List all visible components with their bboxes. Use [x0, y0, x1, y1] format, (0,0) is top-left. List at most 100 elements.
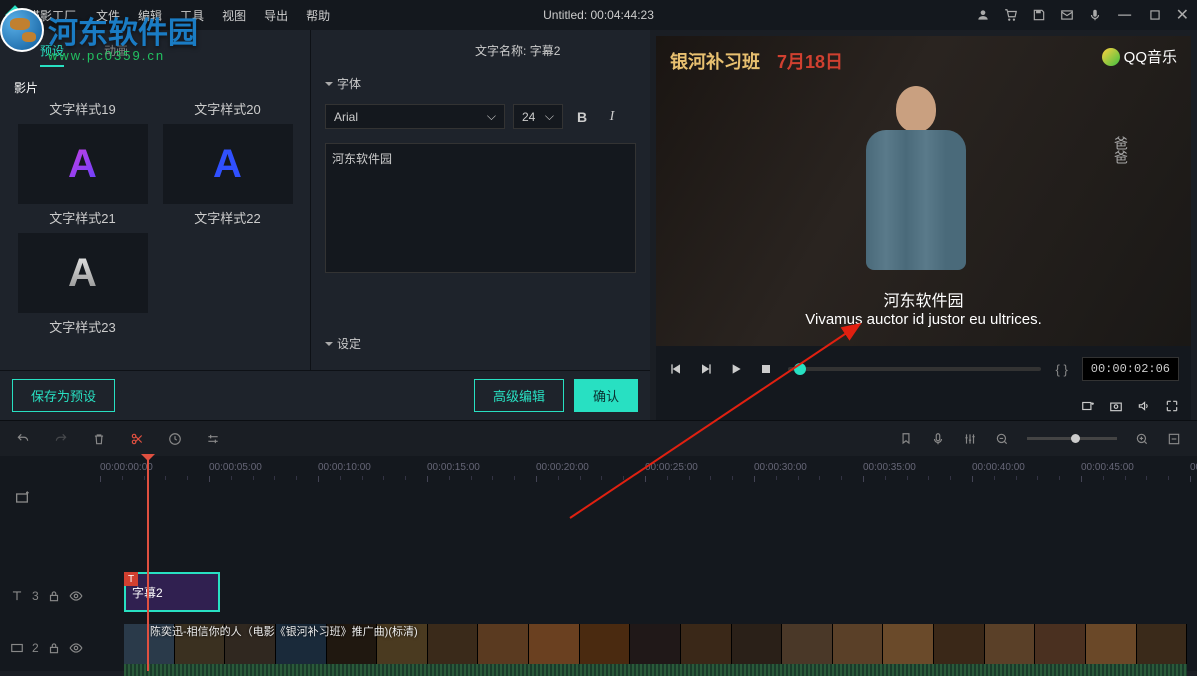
timeline-toolbar [0, 420, 1197, 456]
zoom-slider[interactable] [1027, 437, 1117, 440]
side-tab-video[interactable]: 影片 [6, 75, 46, 100]
qq-music-badge: QQ音乐 [1102, 46, 1177, 67]
text-name-value: 字幕2 [530, 42, 561, 59]
fullscreen-icon[interactable] [1165, 399, 1179, 413]
text-clip[interactable]: T 字幕2 [124, 572, 220, 612]
quality-icon[interactable] [1081, 399, 1095, 413]
ruler-tick: 00:00:35:00 [863, 462, 916, 473]
eye-icon[interactable] [69, 641, 83, 655]
section-font[interactable]: 字体 [325, 75, 636, 92]
italic-button[interactable]: I [601, 109, 623, 125]
track-3-header: 3 [10, 576, 90, 616]
style-item-23[interactable]: A 文字样式23 [10, 233, 155, 336]
delete-button[interactable] [92, 432, 106, 446]
snapshot-icon[interactable] [1109, 399, 1123, 413]
undo-button[interactable] [16, 432, 30, 446]
confirm-button[interactable]: 确认 [574, 379, 638, 412]
bold-button[interactable]: B [571, 109, 593, 125]
style-item-20[interactable]: 文字样式20 [155, 79, 300, 118]
timecode-display[interactable]: 00:00:02:06 [1082, 357, 1179, 381]
text-styles-grid: 文字样式19 文字样式20 A 文字样式21 A 文字样式22 [0, 75, 310, 346]
sub-tab-animation[interactable]: 动画 [104, 42, 128, 67]
chevron-down-icon: ⌵ [487, 109, 496, 124]
close-button[interactable]: ✕ [1176, 5, 1189, 25]
lock-icon[interactable] [47, 641, 61, 655]
zoom-fit-button[interactable] [1167, 432, 1181, 446]
eye-icon[interactable] [69, 589, 83, 603]
font-name-select[interactable]: Arial ⌵ [325, 104, 505, 129]
ruler-tick: 00:00:05:00 [209, 462, 262, 473]
app-logo-icon [5, 5, 25, 25]
text-editor-panel: 文本 影片 预设 动画 文字样式19 文字样式20 [0, 30, 650, 420]
player-controls: { } 00:00:02:06 [656, 346, 1191, 392]
qq-music-icon [1102, 48, 1120, 66]
playhead[interactable] [147, 456, 149, 671]
track-3[interactable]: T 字幕2 [100, 572, 1187, 612]
video-track-icon [10, 641, 24, 655]
ruler-tick: 00:00:25:00 [645, 462, 698, 473]
menu-edit[interactable]: 编辑 [138, 7, 162, 24]
video-clip[interactable]: 陈奕迅-相信你的人（电影《银河补习班》推广曲)(标清) [124, 624, 1187, 664]
minimize-button[interactable]: － [1116, 2, 1134, 28]
zoom-out-button[interactable] [995, 432, 1009, 446]
split-button[interactable] [130, 432, 144, 446]
ruler-tick: 00:00:15:00 [427, 462, 480, 473]
track-2[interactable]: 陈奕迅-相信你的人（电影《银河补习班》推广曲)(标清) [100, 624, 1187, 664]
document-title: Untitled: 00:04:44:23 [543, 8, 654, 22]
prev-frame-button[interactable] [668, 361, 684, 377]
menu-view[interactable]: 视图 [222, 7, 246, 24]
add-track-button[interactable] [14, 490, 30, 509]
chevron-down-icon: ⌵ [545, 109, 554, 124]
topbar: 喵影工厂 文件 编辑 工具 视图 导出 帮助 Untitled: 00:04:4… [0, 0, 1197, 30]
mail-icon[interactable] [1060, 8, 1074, 22]
next-frame-button[interactable] [698, 361, 714, 377]
subtitle-overlay: 河东软件园 Vivamus auctor id justor eu ultric… [656, 287, 1191, 328]
redo-button[interactable] [54, 432, 68, 446]
video-preview[interactable]: 银河补习班 7月18日 QQ音乐 爸爸 河东软件园 Vivamus auctor… [656, 36, 1191, 346]
playback-progress[interactable] [788, 367, 1041, 371]
mixer-button[interactable] [963, 432, 977, 446]
marker-braces[interactable]: { } [1055, 362, 1067, 377]
save-preset-button[interactable]: 保存为预设 [12, 379, 115, 412]
marker-button[interactable] [899, 432, 913, 446]
mic-icon[interactable] [1088, 8, 1102, 22]
advanced-edit-button[interactable]: 高级编辑 [474, 379, 564, 412]
volume-icon[interactable] [1137, 399, 1151, 413]
adjust-button[interactable] [206, 432, 220, 446]
time-ruler[interactable]: 00:00:00:0000:00:05:0000:00:10:0000:00:1… [100, 456, 1197, 484]
text-track-icon [10, 589, 24, 603]
style-item-21[interactable]: A 文字样式21 [10, 124, 155, 227]
maximize-button[interactable] [1148, 8, 1162, 22]
ruler-tick: 00:00:50:00 [1190, 462, 1197, 473]
ruler-tick: 00:00:10:00 [318, 462, 371, 473]
ruler-tick: 00:00:40:00 [972, 462, 1025, 473]
ruler-tick: 00:00:30:00 [754, 462, 807, 473]
menu-tools[interactable]: 工具 [180, 7, 204, 24]
play-button[interactable] [728, 361, 744, 377]
font-size-select[interactable]: 24 ⌵ [513, 104, 563, 129]
cart-icon[interactable] [1004, 8, 1018, 22]
stop-button[interactable] [758, 361, 774, 377]
text-clip-badge: T [124, 572, 138, 586]
audio-waveform [124, 664, 1187, 676]
section-settings[interactable]: 设定 [325, 335, 636, 352]
menu-help[interactable]: 帮助 [306, 7, 330, 24]
text-name-label: 文字名称: [475, 42, 526, 59]
ruler-tick: 00:00:20:00 [536, 462, 589, 473]
app-name: 喵影工厂 [28, 7, 76, 24]
menu-export[interactable]: 导出 [264, 7, 288, 24]
movie-title-overlay: 银河补习班 7月18日 [670, 48, 843, 74]
zoom-in-button[interactable] [1135, 432, 1149, 446]
style-item-22[interactable]: A 文字样式22 [155, 124, 300, 227]
record-vo-button[interactable] [931, 432, 945, 446]
ruler-tick: 00:00:45:00 [1081, 462, 1134, 473]
account-icon[interactable] [976, 8, 990, 22]
text-properties: 文字名称: 字幕2 字体 Arial ⌵ 24 ⌵ B I [310, 30, 650, 370]
save-icon[interactable] [1032, 8, 1046, 22]
side-characters: 爸爸 [1111, 136, 1131, 164]
speed-button[interactable] [168, 432, 182, 446]
text-content-input[interactable]: 河东软件园 [325, 143, 636, 273]
lock-icon[interactable] [47, 589, 61, 603]
preview-panel: 银河补习班 7月18日 QQ音乐 爸爸 河东软件园 Vivamus auctor… [656, 36, 1191, 420]
menu-file[interactable]: 文件 [96, 7, 120, 24]
